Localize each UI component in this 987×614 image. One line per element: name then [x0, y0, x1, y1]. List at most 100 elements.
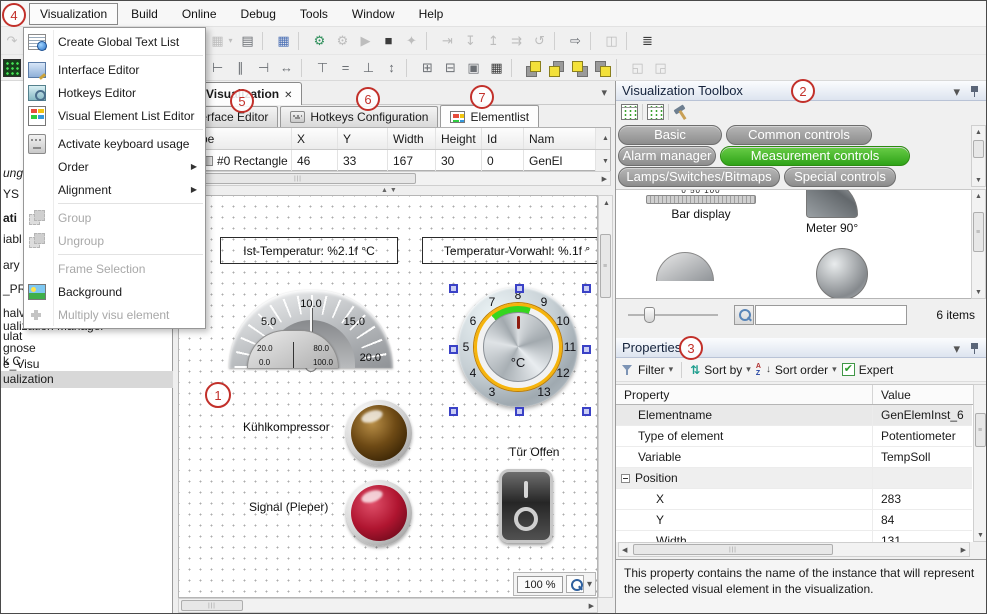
toolbox-search-input[interactable]: [755, 305, 907, 325]
selection-handle[interactable]: [449, 407, 458, 416]
property-x[interactable]: X 283: [616, 489, 972, 510]
column-name[interactable]: Nam: [524, 128, 596, 149]
toggle-breakpoint-icon[interactable]: ◫: [601, 30, 622, 51]
insert-grid-icon[interactable]: ▦: [207, 30, 228, 51]
logout-icon[interactable]: ⚙: [332, 30, 353, 51]
menuitem-multiply-visu-element[interactable]: Multiply visu element: [24, 303, 205, 326]
zoom-dropdown-icon[interactable]: [587, 579, 592, 590]
checkbox-checked-icon[interactable]: [842, 363, 855, 376]
category-lamps-switches-bitmaps[interactable]: Lamps/Switches/Bitmaps: [618, 167, 780, 187]
selection-handle[interactable]: [582, 407, 591, 416]
align-top-icon[interactable]: ⊤: [312, 57, 333, 78]
toolbox-item-meter[interactable]: [816, 248, 868, 299]
property-type-of-element[interactable]: Type of element Potentiometer: [616, 426, 972, 447]
scroll-down-icon[interactable]: [975, 288, 982, 296]
column-height[interactable]: Height: [436, 128, 482, 149]
filter-button[interactable]: Filter: [622, 363, 673, 377]
sort-order-button[interactable]: Sort order: [756, 363, 837, 377]
watch-list-icon[interactable]: ≣: [637, 30, 658, 51]
menuitem-background[interactable]: Background: [24, 280, 205, 303]
scroll-up-icon[interactable]: [975, 192, 982, 200]
scroll-right-icon[interactable]: [602, 175, 607, 183]
separator[interactable]: [426, 32, 433, 50]
table-horizontal-scrollbar[interactable]: [177, 171, 611, 186]
label-signal-pieper[interactable]: Signal (Pieper): [249, 500, 328, 514]
label-tuer-offen[interactable]: Tür Offen: [509, 445, 559, 459]
visualization-canvas[interactable]: Ist-Temperatur: %2.1f °C Temperatur-Vorw…: [178, 195, 598, 598]
visualization-grid-icon[interactable]: ▦: [273, 30, 294, 51]
menuitem-interface-editor[interactable]: Interface Editor: [24, 58, 205, 81]
bring-to-front-icon[interactable]: [522, 57, 543, 78]
selection-handle[interactable]: [449, 345, 458, 354]
tree-item[interactable]: gnose: [3, 340, 36, 357]
splitter[interactable]: ▲▼: [173, 187, 615, 195]
column-y[interactable]: Y: [338, 128, 388, 149]
center-horizontal-icon[interactable]: ∥: [230, 57, 251, 78]
canvas-vertical-scrollbar[interactable]: [598, 195, 613, 598]
menuitem-visual-element-list-editor[interactable]: Visual Element List Editor: [24, 104, 205, 127]
properties-collapse-icon[interactable]: [953, 341, 960, 357]
menuitem-alignment[interactable]: Alignment: [24, 178, 205, 201]
category-special-controls[interactable]: Special controls: [784, 167, 896, 187]
menuitem-ungroup[interactable]: Ungroup: [24, 229, 205, 252]
same-height-icon[interactable]: ⊟: [440, 57, 461, 78]
separator[interactable]: [406, 59, 413, 77]
scrollbar-thumb[interactable]: [180, 173, 416, 184]
separator[interactable]: [262, 32, 269, 50]
categories-scrollbar[interactable]: [971, 125, 986, 187]
paste-icon[interactable]: ▤: [237, 30, 258, 51]
menu-window[interactable]: Window: [341, 3, 406, 25]
category-basic[interactable]: Basic: [618, 125, 722, 145]
ungroup-icon[interactable]: ◲: [650, 57, 671, 78]
lamp-amber-widget[interactable]: [346, 400, 412, 466]
reset-icon[interactable]: ↺: [529, 30, 550, 51]
search-icon[interactable]: [734, 305, 754, 325]
step-into-icon[interactable]: ↧: [460, 30, 481, 51]
stop-icon[interactable]: ■: [378, 30, 399, 51]
force-values-icon[interactable]: ✦: [401, 30, 422, 51]
tree-item-visualization-selected[interactable]: ualization: [1, 371, 173, 388]
toolbox-item-meter-90[interactable]: Meter 90°: [806, 189, 858, 235]
scrollbar-thumb[interactable]: [973, 140, 984, 158]
scroll-up-icon[interactable]: [596, 128, 610, 149]
elementlist-view2-icon[interactable]: [647, 104, 664, 120]
separator[interactable]: [511, 59, 518, 77]
scroll-up-icon[interactable]: [603, 199, 610, 207]
tree-item[interactable]: ung: [3, 165, 23, 182]
column-property[interactable]: Property: [616, 388, 872, 402]
step-over-icon[interactable]: ⇥: [437, 30, 458, 51]
start-icon[interactable]: ▶: [355, 30, 376, 51]
send-to-back-icon[interactable]: [545, 57, 566, 78]
element-table-row[interactable]: #0 Rectangle 46 33 167 30 0 GenEl: [178, 150, 610, 172]
align-right-icon[interactable]: ⊣: [253, 57, 274, 78]
separator[interactable]: [301, 59, 308, 77]
align-left-icon[interactable]: ⊢: [207, 57, 228, 78]
selection-handle[interactable]: [515, 407, 524, 416]
dropdown-caret-icon[interactable]: ▾: [226, 30, 235, 51]
canvas-horizontal-scrollbar[interactable]: [178, 598, 598, 613]
tree-item[interactable]: ati: [3, 210, 17, 227]
toolbox-item-bar-display[interactable]: 0 50 100 Bar display: [646, 189, 756, 221]
elementlist-view-icon[interactable]: [621, 104, 638, 120]
column-id[interactable]: Id: [482, 128, 524, 149]
menu-online[interactable]: Online: [171, 3, 228, 25]
toolbox-item-meter-180[interactable]: [656, 252, 714, 281]
label-kuehlkompressor[interactable]: Kühlkompressor: [243, 420, 330, 434]
scrollbar-thumb[interactable]: [633, 544, 833, 555]
login-icon[interactable]: ⚙: [309, 30, 330, 51]
toolbox-collapse-icon[interactable]: [953, 84, 960, 100]
menu-help[interactable]: Help: [408, 3, 455, 25]
menuitem-hotkeys-editor[interactable]: Hotkeys Editor: [24, 81, 205, 104]
sort-by-button[interactable]: Sort by: [690, 363, 751, 377]
scroll-right-icon[interactable]: [961, 546, 966, 554]
zoom-icon[interactable]: [566, 575, 584, 593]
center-vertical-icon[interactable]: =: [335, 57, 356, 78]
size-to-grid-icon[interactable]: ▦: [486, 57, 507, 78]
menu-build[interactable]: Build: [120, 3, 169, 25]
textfield-ist-temperatur[interactable]: Ist-Temperatur: %2.1f °C: [220, 237, 398, 264]
tree-item[interactable]: ary: [3, 257, 20, 274]
property-width[interactable]: Width 131: [616, 531, 972, 542]
properties-horizontal-scrollbar[interactable]: [618, 542, 970, 557]
menuitem-order[interactable]: Order: [24, 155, 205, 178]
scroll-down-icon[interactable]: [977, 531, 984, 539]
